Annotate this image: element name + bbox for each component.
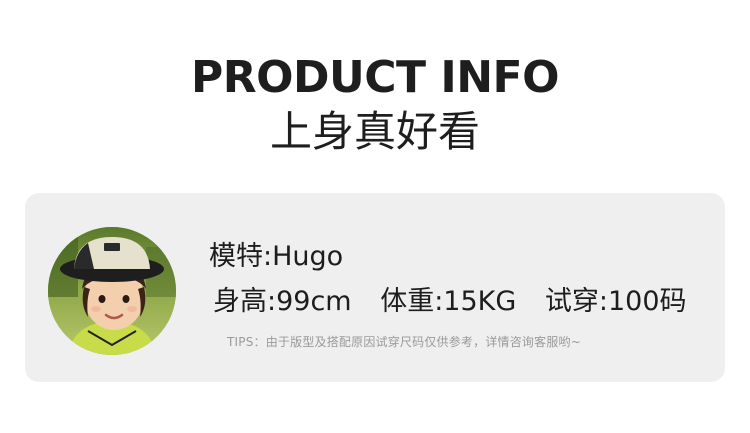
model-height: 身高:99cm — [213, 286, 352, 317]
model-info-card: 模特:Hugo 身高:99cm 体重:15KG 试穿:100码 TIPS：由于版… — [25, 193, 725, 382]
child-model-photo-icon — [48, 227, 176, 355]
size-tips: TIPS：由于版型及搭配原因试穿尺码仅供参考，详情咨询客服哟~ — [227, 335, 581, 349]
model-name: 模特:Hugo — [209, 241, 344, 272]
page-title: PRODUCT INFO — [190, 52, 560, 103]
model-weight: 体重:15KG — [380, 286, 517, 317]
model-avatar — [48, 227, 176, 355]
model-size-tried: 试穿:100码 — [544, 286, 687, 317]
product-info-header: PRODUCT INFO 上身真好看 — [0, 0, 750, 190]
model-stats: 身高:99cm 体重:15KG 试穿:100码 — [213, 284, 687, 320]
page-subtitle: 上身真好看 — [269, 107, 480, 156]
